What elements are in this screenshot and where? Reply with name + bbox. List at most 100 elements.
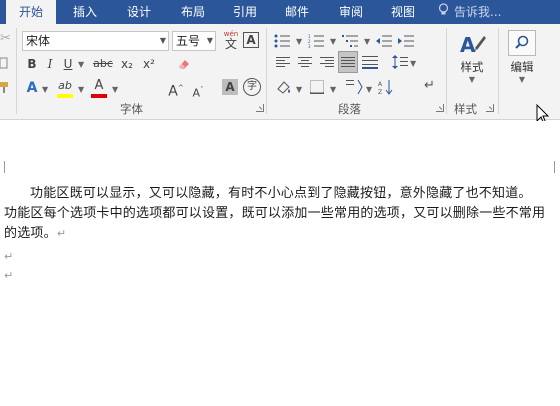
group-separator bbox=[266, 28, 267, 114]
chevron-down-icon[interactable]: ▼ bbox=[330, 38, 336, 46]
distributed-icon[interactable] bbox=[362, 55, 378, 69]
enclose-characters-button[interactable]: 字 bbox=[243, 78, 261, 96]
paragraph-line: 功能区每个选项卡中的选项都可以设置，既可以添加一些常用的选项，又可以删除一些不常… bbox=[4, 205, 545, 223]
character-shading-button[interactable]: A bbox=[222, 79, 238, 95]
chevron-down-icon[interactable]: ▼ bbox=[207, 32, 213, 50]
paragraph-line: 的选项。↵ bbox=[4, 225, 66, 243]
chevron-down-icon: ▼ bbox=[518, 74, 526, 84]
highlight-button[interactable]: ab bbox=[54, 76, 76, 96]
empty-paragraph: ↵ bbox=[4, 267, 13, 285]
chevron-down-icon[interactable]: ▼ bbox=[410, 60, 416, 68]
font-dialog-launcher-icon[interactable] bbox=[256, 104, 264, 112]
copy-icon[interactable] bbox=[0, 56, 12, 70]
tab-layout[interactable]: 布局 bbox=[170, 0, 216, 24]
justify-button[interactable] bbox=[338, 51, 358, 73]
group-separator bbox=[16, 28, 17, 114]
align-right-icon[interactable] bbox=[320, 57, 334, 69]
paragraph-mark: ↵ bbox=[56, 227, 67, 240]
bold-button[interactable]: B bbox=[24, 54, 40, 74]
strikethrough-button[interactable]: abc bbox=[90, 54, 116, 74]
ribbon: ✂ 宋体 ▼ 五号 ▼ wén 文 A B I U ▼ abc x₂ x² A … bbox=[0, 24, 560, 125]
underline-button[interactable]: U bbox=[60, 54, 76, 74]
align-center-icon[interactable] bbox=[298, 57, 312, 69]
align-left-icon[interactable] bbox=[276, 57, 290, 69]
format-painter-icon[interactable] bbox=[0, 80, 12, 94]
chevron-down-icon: ▼ bbox=[468, 74, 476, 84]
shading-icon[interactable] bbox=[276, 80, 292, 94]
tell-me-search[interactable]: 告诉我... bbox=[438, 0, 501, 24]
superscript-button[interactable]: x² bbox=[140, 54, 158, 74]
paragraph-mark: ↵ bbox=[4, 250, 14, 263]
bullets-icon[interactable] bbox=[274, 34, 294, 48]
highlight-label: ab bbox=[58, 79, 72, 92]
paragraph-text: 功能区既可以显示，又可以隐藏，有时不小心点到了隐藏按钮，意外隐藏了也不知道。 bbox=[30, 186, 532, 201]
tell-me-label: 告诉我... bbox=[454, 5, 502, 19]
character-border-button[interactable]: A bbox=[243, 32, 259, 48]
tab-review[interactable]: 审阅 bbox=[328, 0, 374, 24]
chevron-down-icon[interactable]: ▼ bbox=[330, 86, 336, 94]
styles-button[interactable]: A 样式 ▼ bbox=[452, 30, 492, 92]
sort-icon[interactable]: AZ bbox=[378, 79, 394, 96]
svg-text:3: 3 bbox=[308, 44, 311, 48]
editing-button[interactable]: 编辑 ▼ bbox=[503, 30, 541, 94]
chevron-down-icon[interactable]: ▼ bbox=[42, 86, 48, 94]
decrease-indent-icon[interactable] bbox=[376, 34, 392, 48]
styles-group-label: 样式 bbox=[454, 102, 477, 116]
chevron-down-icon[interactable]: ▼ bbox=[364, 38, 370, 46]
font-name-value: 宋体 bbox=[26, 34, 51, 48]
margin-marker bbox=[554, 161, 555, 173]
font-size-combo[interactable]: 五号 ▼ bbox=[172, 31, 216, 51]
phonetic-bottom: 文 bbox=[224, 37, 237, 51]
svg-text:Z: Z bbox=[378, 89, 382, 95]
chevron-down-icon[interactable]: ▼ bbox=[112, 86, 118, 94]
paragraph-line: 功能区既可以显示，又可以隐藏，有时不小心点到了隐藏按钮，意外隐藏了也不知道。 bbox=[30, 185, 532, 203]
chinese-layout-icon[interactable] bbox=[346, 79, 364, 95]
chevron-down-icon[interactable]: ▼ bbox=[160, 32, 166, 50]
tab-design[interactable]: 设计 bbox=[116, 0, 162, 24]
highlight-color-swatch bbox=[57, 94, 73, 98]
paragraph-dialog-launcher-icon[interactable] bbox=[436, 104, 444, 112]
phonetic-guide-button[interactable]: wén 文 bbox=[222, 30, 240, 52]
styles-dialog-launcher-icon[interactable] bbox=[486, 104, 494, 112]
document-canvas[interactable]: 功能区既可以显示，又可以隐藏，有时不小心点到了隐藏按钮，意外隐藏了也不知道。 功… bbox=[0, 121, 560, 406]
word-window: 开始 插入 设计 布局 引用 邮件 审阅 视图 告诉我... ✂ 宋体 ▼ 五号 bbox=[0, 0, 560, 406]
shrink-font-button[interactable]: Aˇ bbox=[190, 80, 206, 100]
styles-icon: A bbox=[460, 33, 486, 57]
shrink-font-label: A bbox=[192, 86, 201, 100]
tab-insert[interactable]: 插入 bbox=[62, 0, 108, 24]
tab-references[interactable]: 引用 bbox=[222, 0, 268, 24]
subscript-button[interactable]: x₂ bbox=[118, 54, 136, 74]
paragraph-group-label: 段落 bbox=[338, 102, 361, 116]
font-name-combo[interactable]: 宋体 ▼ bbox=[22, 31, 169, 51]
chevron-down-icon[interactable]: ▼ bbox=[296, 86, 302, 94]
group-separator bbox=[446, 28, 447, 114]
chevron-down-icon[interactable]: ▼ bbox=[78, 61, 84, 69]
chevron-down-icon[interactable]: ▼ bbox=[366, 86, 372, 94]
ribbon-tab-bar: 开始 插入 设计 布局 引用 邮件 审阅 视图 告诉我... bbox=[0, 0, 560, 24]
show-marks-icon[interactable]: ↵ bbox=[424, 79, 438, 95]
group-separator bbox=[498, 28, 499, 114]
chevron-down-icon[interactable]: ▼ bbox=[296, 38, 302, 46]
line-spacing-icon[interactable] bbox=[392, 54, 408, 70]
chevron-down-icon[interactable]: ▼ bbox=[78, 86, 84, 94]
increase-indent-icon[interactable] bbox=[398, 34, 414, 48]
italic-button[interactable]: I bbox=[42, 54, 58, 74]
margin-marker bbox=[4, 161, 5, 173]
clear-formatting-icon[interactable] bbox=[176, 56, 192, 72]
grow-font-button[interactable]: A^ bbox=[168, 78, 184, 100]
paragraph-text: 的选项。 bbox=[4, 226, 57, 241]
font-group-label: 字体 bbox=[120, 102, 143, 116]
font-color-button[interactable]: A bbox=[90, 76, 108, 96]
text-effects-button[interactable]: A bbox=[24, 78, 40, 98]
empty-paragraph: ↵ bbox=[4, 248, 13, 266]
cut-icon[interactable]: ✂ bbox=[0, 32, 12, 46]
search-icon bbox=[508, 30, 536, 56]
numbering-icon[interactable]: 123 bbox=[308, 34, 328, 49]
grow-font-label: A bbox=[168, 83, 178, 100]
tab-view[interactable]: 视图 bbox=[380, 0, 426, 24]
borders-icon[interactable] bbox=[310, 80, 324, 94]
paragraph-text: 功能区每个选项卡中的选项都可以设置，既可以添加一些常用的选项，又可以删除一些不常… bbox=[4, 206, 546, 221]
tab-home[interactable]: 开始 bbox=[6, 0, 56, 24]
multilevel-list-icon[interactable] bbox=[342, 34, 362, 48]
tab-mailings[interactable]: 邮件 bbox=[274, 0, 320, 24]
